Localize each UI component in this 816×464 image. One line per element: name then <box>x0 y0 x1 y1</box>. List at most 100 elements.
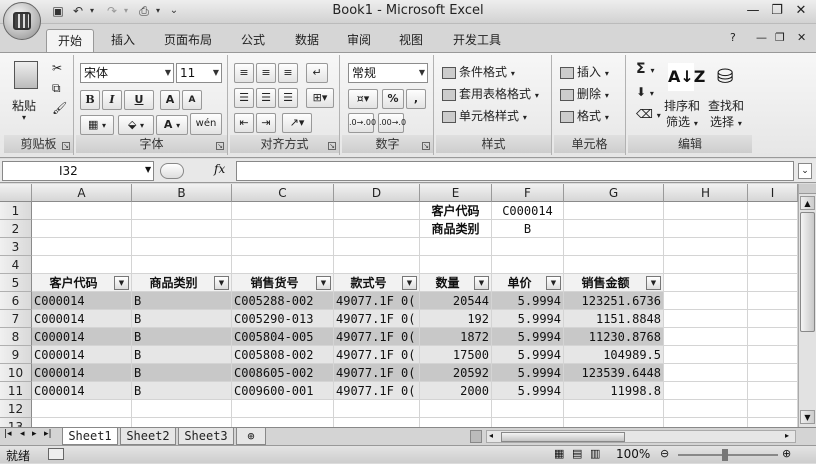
cell[interactable] <box>232 418 334 427</box>
cell[interactable] <box>334 256 420 274</box>
cell-styles-button[interactable]: 单元格样式 ▾ <box>442 107 527 124</box>
row-header-8[interactable]: 8 <box>0 328 32 346</box>
cell[interactable] <box>748 328 798 346</box>
tab-review[interactable]: 审阅 <box>336 29 382 52</box>
sheet-tab-1[interactable]: Sheet1 <box>62 428 118 445</box>
table-cell[interactable]: 5.9994 <box>492 328 564 346</box>
conditional-format-dropdown-icon[interactable]: ▾ <box>511 69 515 78</box>
table-cell[interactable]: 20544 <box>420 292 492 310</box>
cell[interactable] <box>32 400 132 418</box>
italic-button[interactable]: I <box>102 90 122 110</box>
page-filter-label[interactable]: 客户代码 <box>420 202 492 220</box>
horizontal-scroll-thumb[interactable] <box>501 432 625 442</box>
delete-cells-dropdown-icon[interactable]: ▾ <box>605 91 609 100</box>
cell[interactable] <box>132 400 232 418</box>
column-header-F[interactable]: F <box>492 184 564 202</box>
column-header-I[interactable]: I <box>748 184 798 202</box>
comma-button[interactable]: , <box>406 89 426 109</box>
table-cell[interactable]: 11998.8 <box>564 382 664 400</box>
binoculars-icon[interactable]: ⛁ <box>712 63 738 89</box>
table-cell[interactable]: 2000 <box>420 382 492 400</box>
page-filter-value[interactable]: C000014 <box>492 202 564 220</box>
expand-formula-bar-icon[interactable]: ⌄ <box>798 163 812 179</box>
cell[interactable] <box>748 220 798 238</box>
table-cell[interactable]: 49077.1F 0( <box>334 346 420 364</box>
cell[interactable] <box>748 274 798 292</box>
name-box-dropdown-icon[interactable]: ▼ <box>145 165 151 174</box>
row-header-2[interactable]: 2 <box>0 220 32 238</box>
row-header-3[interactable]: 3 <box>0 238 32 256</box>
table-cell[interactable]: 5.9994 <box>492 364 564 382</box>
table-cell[interactable]: 49077.1F 0( <box>334 292 420 310</box>
align-bottom-icon[interactable]: ≡ <box>278 63 298 83</box>
cell[interactable] <box>748 346 798 364</box>
row-header-7[interactable]: 7 <box>0 310 32 328</box>
align-top-icon[interactable]: ≡ <box>234 63 254 83</box>
table-cell[interactable]: 20592 <box>420 364 492 382</box>
font-color-dropdown-icon[interactable]: ▾ <box>176 121 180 130</box>
table-cell[interactable]: C005290-013 <box>232 310 334 328</box>
cell[interactable] <box>132 256 232 274</box>
scroll-down-icon[interactable]: ▼ <box>800 410 815 424</box>
underline-button[interactable]: U <box>124 90 154 110</box>
cell[interactable] <box>232 202 334 220</box>
sort-filter-dropdown-icon[interactable]: ▾ <box>694 119 698 128</box>
cell[interactable] <box>132 238 232 256</box>
cell[interactable] <box>132 220 232 238</box>
table-cell[interactable]: 11230.8768 <box>564 328 664 346</box>
filter-dropdown-icon[interactable]: ▼ <box>316 276 331 290</box>
autosum-button[interactable]: Σ ▾ <box>636 61 654 77</box>
first-sheet-icon[interactable]: |◂ <box>4 429 12 439</box>
cell[interactable] <box>748 256 798 274</box>
cell[interactable] <box>664 364 748 382</box>
table-cell[interactable]: 49077.1F 0( <box>334 364 420 382</box>
table-cell[interactable]: B <box>132 364 232 382</box>
name-box[interactable]: I32 <box>2 161 154 181</box>
align-right-icon[interactable]: ☰ <box>278 88 298 108</box>
sort-filter-label-2[interactable]: 筛选 ▾ <box>666 113 698 130</box>
horizontal-scrollbar[interactable]: ◂ ▸ <box>486 430 796 443</box>
scroll-up-icon[interactable]: ▲ <box>800 196 815 210</box>
cell[interactable] <box>664 220 748 238</box>
cell[interactable] <box>32 418 132 427</box>
table-cell[interactable]: 5.9994 <box>492 292 564 310</box>
clear-dropdown-icon[interactable]: ▾ <box>657 111 661 120</box>
autosum-dropdown-icon[interactable]: ▾ <box>650 66 654 75</box>
wrap-text-icon[interactable]: ↵ <box>306 63 328 83</box>
find-select-dropdown-icon[interactable]: ▾ <box>738 119 742 128</box>
cell[interactable] <box>748 418 798 427</box>
cell[interactable] <box>232 238 334 256</box>
cell[interactable] <box>664 346 748 364</box>
cell[interactable] <box>492 418 564 427</box>
font-name-combo[interactable]: 宋体 ▼ <box>80 63 174 83</box>
cell[interactable] <box>664 328 748 346</box>
table-cell[interactable]: 49077.1F 0( <box>334 328 420 346</box>
table-cell[interactable]: 49077.1F 0( <box>334 382 420 400</box>
tab-split-handle[interactable] <box>470 430 482 443</box>
cut-icon[interactable]: ✂ <box>52 61 62 75</box>
cell[interactable] <box>334 202 420 220</box>
borders-dropdown-icon[interactable]: ▾ <box>102 121 106 130</box>
row-header-1[interactable]: 1 <box>0 202 32 220</box>
column-header-A[interactable]: A <box>32 184 132 202</box>
cell[interactable] <box>748 400 798 418</box>
zoom-slider-thumb[interactable] <box>722 449 728 461</box>
help-icon[interactable]: ? <box>730 31 736 44</box>
page-layout-view-icon[interactable]: ▤ <box>572 447 582 460</box>
row-header-11[interactable]: 11 <box>0 382 32 400</box>
column-header-B[interactable]: B <box>132 184 232 202</box>
row-header-13[interactable]: 13 <box>0 418 32 427</box>
last-sheet-icon[interactable]: ▸| <box>44 429 52 439</box>
page-break-view-icon[interactable]: ▥ <box>590 447 600 460</box>
fill-button[interactable]: ⬇ ▾ <box>636 85 654 99</box>
table-cell[interactable]: B <box>132 328 232 346</box>
row-header-6[interactable]: 6 <box>0 292 32 310</box>
row-header-12[interactable]: 12 <box>0 400 32 418</box>
insert-cells-button[interactable]: 插入 ▾ <box>560 63 609 80</box>
row-header-4[interactable]: 4 <box>0 256 32 274</box>
column-header-E[interactable]: E <box>420 184 492 202</box>
zoom-in-icon[interactable]: ⊕ <box>782 447 791 460</box>
borders-button[interactable]: ▦ ▾ <box>80 115 114 135</box>
shrink-font-button[interactable]: A <box>182 90 202 110</box>
formula-expand-icon[interactable] <box>160 163 184 179</box>
